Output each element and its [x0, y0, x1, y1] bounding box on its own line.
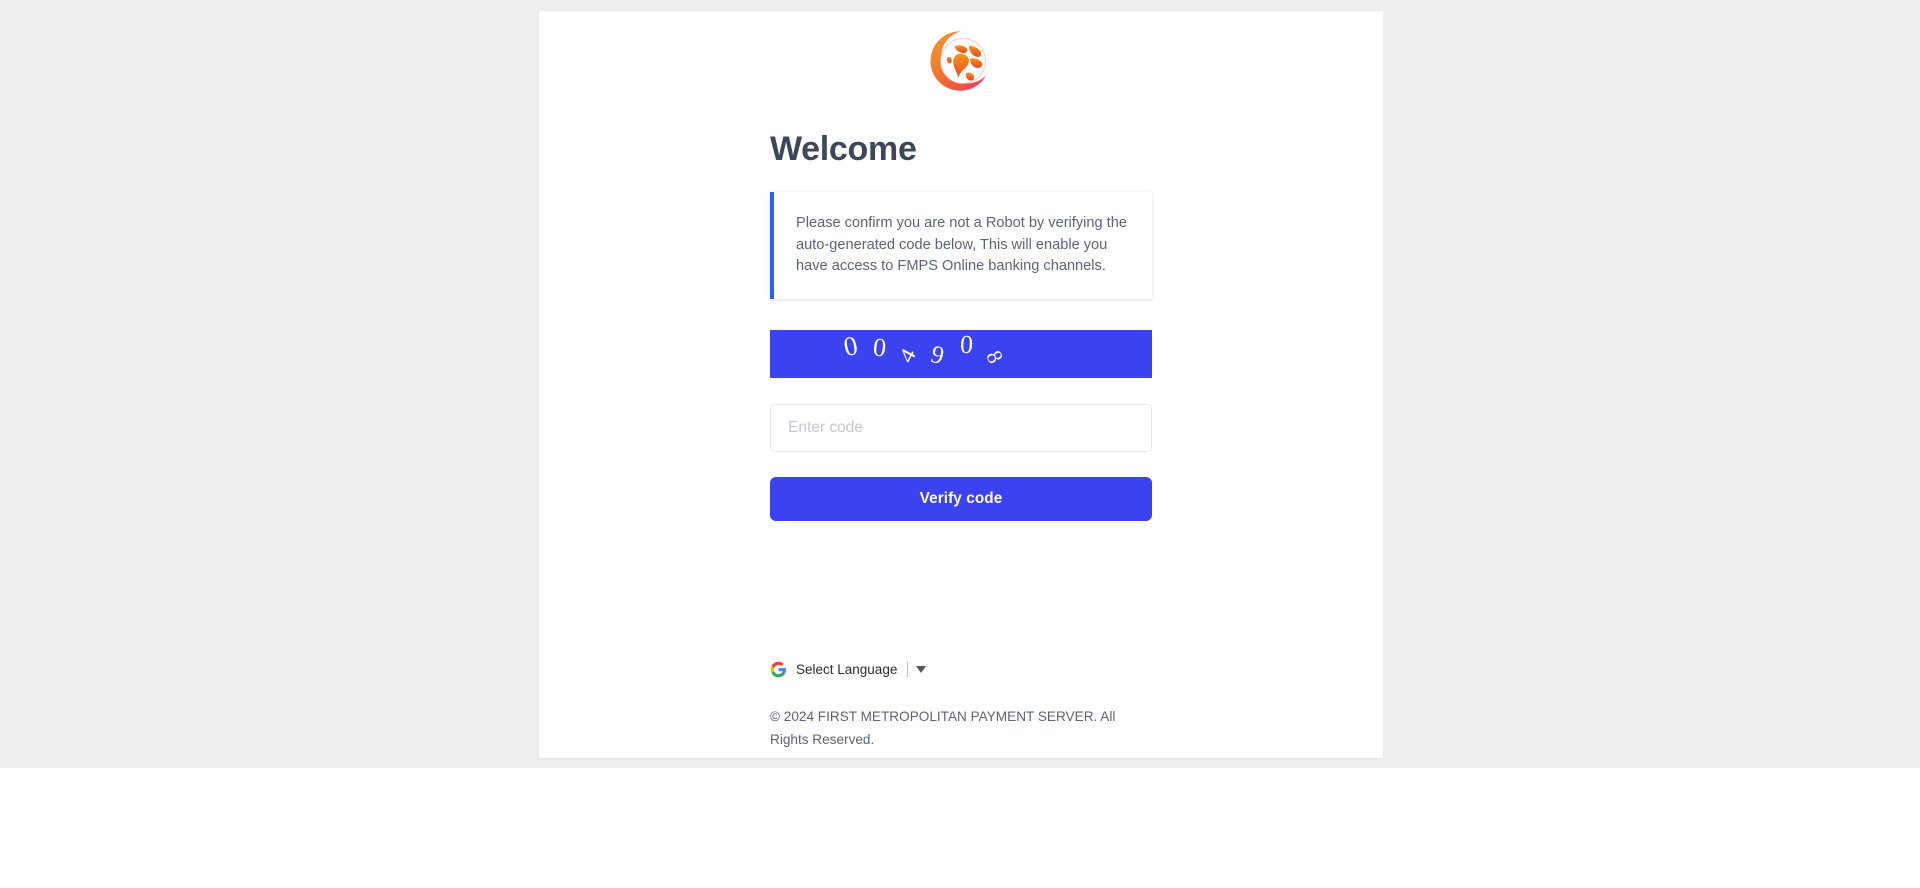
- captcha-char: 0: [871, 331, 888, 363]
- page-title: Welcome: [770, 130, 917, 168]
- captcha-char: 4: [894, 344, 921, 367]
- captcha-char: 0: [959, 329, 974, 359]
- auth-card: Welcome Please confirm you are not a Rob…: [539, 11, 1383, 758]
- verify-code-button[interactable]: Verify code: [770, 476, 1152, 521]
- captcha-char: 0: [840, 329, 861, 362]
- google-g-icon: [770, 661, 786, 678]
- page-root: Welcome Please confirm you are not a Rob…: [0, 0, 1920, 888]
- chevron-down-icon[interactable]: [916, 666, 927, 673]
- captcha-char: 9: [928, 340, 947, 370]
- captcha-image: 0 0 4 9 0 8: [770, 329, 1152, 378]
- info-alert: Please confirm you are not a Robot by ve…: [770, 192, 1152, 299]
- logo-container: [539, 11, 1383, 94]
- google-translate-widget[interactable]: Select Language: [770, 660, 1152, 680]
- translate-divider: [907, 662, 909, 677]
- globe-logo-icon: [930, 31, 987, 91]
- captcha-characters: 0 0 4 9 0 8: [770, 330, 1152, 378]
- auth-content: Welcome Please confirm you are not a Rob…: [770, 129, 1152, 751]
- info-alert-message: Please confirm you are not a Robot by ve…: [796, 215, 1127, 274]
- captcha-char: 8: [981, 345, 1009, 367]
- captcha-code-input[interactable]: [770, 403, 1152, 452]
- translate-select-label: Select Language: [796, 662, 898, 677]
- footer-copyright: © 2024 FIRST METROPOLITAN PAYMENT SERVER…: [770, 708, 1116, 747]
